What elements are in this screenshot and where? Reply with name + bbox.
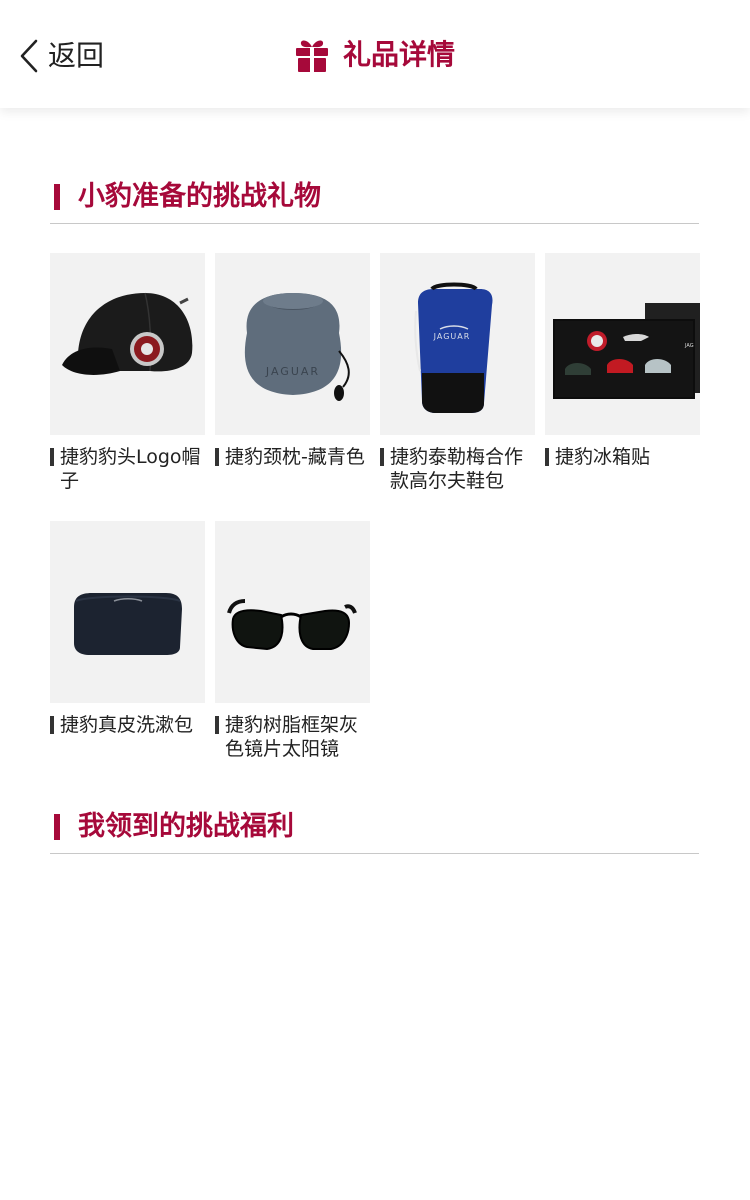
gift-card[interactable]: JAGUAR 捷豹颈枕-藏青色 <box>215 253 370 469</box>
gift-image-neck-pillow: JAGUAR <box>215 253 370 435</box>
caption-marker <box>545 448 549 466</box>
gift-name: 捷豹树脂框架灰色镜片太阳镜 <box>225 714 359 760</box>
page-title-group: 礼品详情 <box>0 34 750 76</box>
gift-image-sunglasses <box>215 521 370 703</box>
caption-marker <box>50 716 54 734</box>
gift-name: 捷豹真皮洗漱包 <box>60 714 194 736</box>
top-bar: 返回 礼品详情 <box>0 0 750 108</box>
gift-card[interactable]: 捷豹真皮洗漱包 <box>50 521 205 737</box>
benefits-section-title: 我领到的挑战福利 <box>78 811 294 842</box>
svg-text:JAG: JAG <box>684 343 694 349</box>
gift-image-golf-shoe-bag: JAGUAR <box>380 253 535 435</box>
caption-marker <box>215 448 219 466</box>
gift-image-fridge-magnets: JAG <box>545 253 700 435</box>
gift-name: 捷豹泰勒梅合作款高尔夫鞋包 <box>390 446 524 492</box>
section-marker <box>54 184 60 210</box>
gift-image-cap <box>50 253 205 435</box>
gift-name: 捷豹颈枕-藏青色 <box>225 446 365 468</box>
gift-name: 捷豹豹头Logo帽子 <box>60 446 201 492</box>
caption-marker <box>215 716 219 734</box>
gifts-section-header: 小豹准备的挑战礼物 <box>50 180 699 224</box>
section-marker <box>54 814 60 840</box>
benefits-section-header: 我领到的挑战福利 <box>50 810 699 854</box>
gift-card[interactable]: 捷豹树脂框架灰色镜片太阳镜 <box>215 521 370 761</box>
gift-card[interactable]: 捷豹豹头Logo帽子 <box>50 253 205 493</box>
svg-text:JAGUAR: JAGUAR <box>433 332 471 341</box>
caption-marker <box>380 448 384 466</box>
caption-marker <box>50 448 54 466</box>
page-title: 礼品详情 <box>342 38 455 71</box>
gift-card[interactable]: JAGUAR 捷豹泰勒梅合作款高尔夫鞋包 <box>380 253 535 493</box>
gift-card[interactable]: JAG 捷豹冰箱贴 <box>545 253 700 469</box>
gift-icon <box>295 40 328 73</box>
gift-image-wash-bag <box>50 521 205 703</box>
svg-text:JAGUAR: JAGUAR <box>265 365 320 378</box>
gift-name: 捷豹冰箱贴 <box>555 446 651 468</box>
gifts-section-title: 小豹准备的挑战礼物 <box>78 181 321 212</box>
